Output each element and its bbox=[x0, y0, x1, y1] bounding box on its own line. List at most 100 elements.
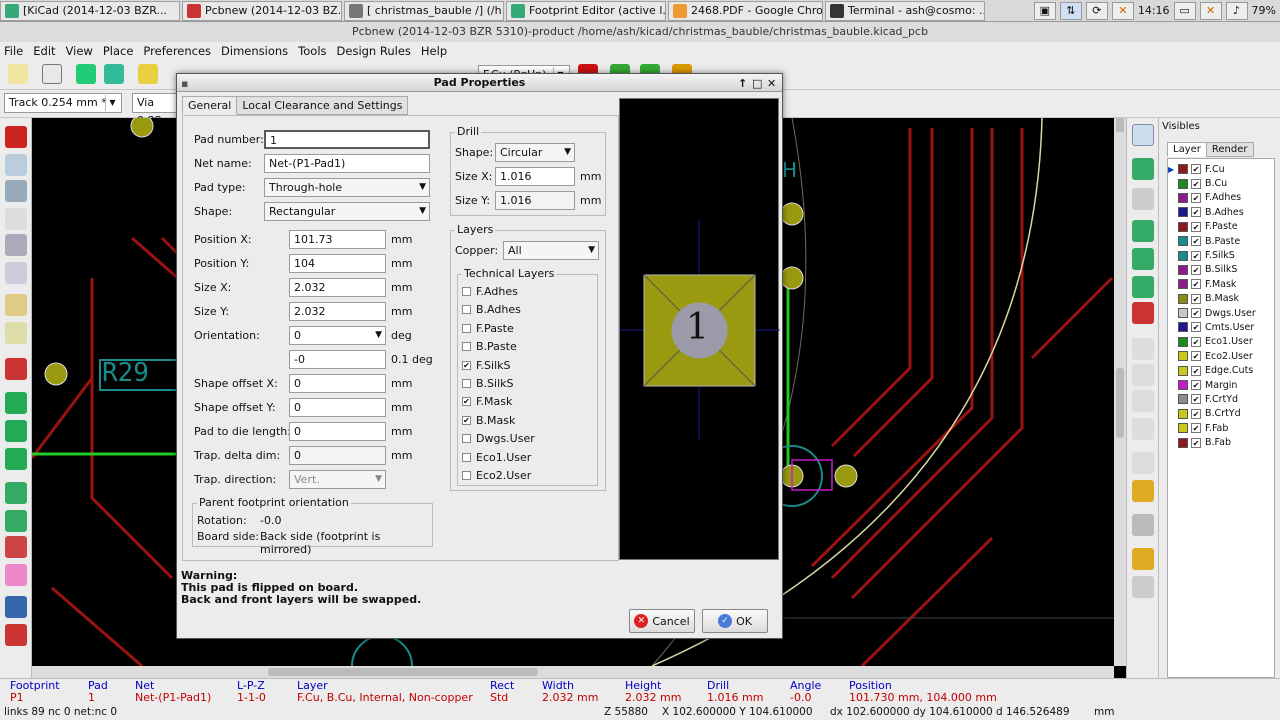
offset-x-input[interactable]: 0 bbox=[289, 374, 386, 393]
layer-color-swatch[interactable] bbox=[1178, 351, 1188, 362]
size-x-input[interactable]: 2.032 bbox=[289, 278, 386, 297]
tech-layer-checkbox[interactable] bbox=[462, 305, 471, 315]
pad-to-die-input[interactable]: 0 bbox=[289, 422, 386, 441]
tray-refresh-icon[interactable]: ⟳ bbox=[1085, 1, 1108, 20]
pad-type-select[interactable]: Through-hole ▼ bbox=[264, 178, 430, 197]
open-board-icon[interactable] bbox=[42, 64, 62, 84]
tech-layer-checkbox[interactable] bbox=[462, 287, 471, 296]
tech-layer-checkbox-row[interactable]: B.Adhes bbox=[462, 303, 521, 316]
delete-icon[interactable] bbox=[1132, 514, 1154, 536]
offset-y-input[interactable]: 0 bbox=[289, 398, 386, 417]
tray-display-icon[interactable]: ▭ bbox=[1173, 1, 1196, 20]
page-settings-icon[interactable] bbox=[104, 64, 124, 84]
layer-color-swatch[interactable] bbox=[1178, 221, 1188, 232]
layer-visibility-checkbox[interactable]: ✔ bbox=[1191, 221, 1201, 232]
tech-layer-checkbox[interactable] bbox=[462, 434, 471, 444]
highlight-net-icon[interactable] bbox=[1132, 158, 1154, 180]
layer-row[interactable]: ✔ Margin bbox=[1168, 378, 1274, 392]
layer-visibility-checkbox[interactable]: ✔ bbox=[1191, 264, 1201, 275]
dialog-menu-icon[interactable]: ▪ bbox=[181, 75, 188, 93]
tech-layer-checkbox[interactable]: ✔ bbox=[462, 360, 471, 370]
layer-color-swatch[interactable] bbox=[1178, 192, 1188, 203]
layer-row[interactable]: ✔ B.Paste bbox=[1168, 234, 1274, 248]
shape-select[interactable]: Rectangular ▼ bbox=[264, 202, 430, 221]
cursor-shape-icon[interactable] bbox=[5, 262, 27, 284]
ok-button[interactable]: ✓ OK bbox=[702, 609, 768, 633]
taskbar-task[interactable]: Pcbnew (2014-12-03 BZ... bbox=[182, 0, 342, 21]
maximize-icon[interactable]: □ bbox=[752, 75, 762, 93]
via-sketch-icon[interactable] bbox=[5, 510, 27, 532]
layer-visibility-checkbox[interactable]: ✔ bbox=[1191, 279, 1201, 290]
layer-row[interactable]: ✔ F.Paste bbox=[1168, 220, 1274, 234]
tech-layer-checkbox[interactable] bbox=[462, 342, 471, 352]
auto-delete-track-icon[interactable] bbox=[5, 358, 27, 380]
tech-layer-checkbox-row[interactable]: F.Adhes bbox=[462, 285, 518, 298]
layer-row[interactable]: ▶ ✔ F.Cu bbox=[1168, 162, 1274, 176]
layer-color-swatch[interactable] bbox=[1178, 164, 1188, 175]
layer-visibility-checkbox[interactable]: ✔ bbox=[1191, 380, 1201, 391]
tab-local-clearance[interactable]: Local Clearance and Settings bbox=[236, 96, 409, 115]
tech-layer-checkbox-row[interactable]: B.Paste bbox=[462, 340, 517, 353]
menu-edit[interactable]: Edit bbox=[33, 44, 55, 58]
zone-sketch-icon[interactable] bbox=[5, 448, 27, 470]
layer-row[interactable]: ✔ F.Fab bbox=[1168, 421, 1274, 435]
layer-color-swatch[interactable] bbox=[1178, 365, 1188, 376]
local-ratsnest-icon[interactable] bbox=[1132, 188, 1154, 210]
layer-row[interactable]: ✔ F.SilkS bbox=[1168, 248, 1274, 262]
add-target-icon[interactable] bbox=[1132, 480, 1154, 502]
track-width-select[interactable]: Track 0.254 mm * ▼ bbox=[4, 93, 122, 113]
layer-color-swatch[interactable] bbox=[1178, 178, 1188, 189]
layer-row[interactable]: ✔ Eco2.User bbox=[1168, 349, 1274, 363]
layer-color-swatch[interactable] bbox=[1178, 279, 1188, 290]
tech-layer-checkbox-row[interactable]: Eco2.User bbox=[462, 469, 531, 482]
layer-row[interactable]: ✔ B.SilkS bbox=[1168, 263, 1274, 277]
layer-row[interactable]: ✔ B.CrtYd bbox=[1168, 407, 1274, 421]
layer-color-swatch[interactable] bbox=[1178, 380, 1188, 391]
layer-color-swatch[interactable] bbox=[1178, 322, 1188, 333]
layer-visibility-checkbox[interactable]: ✔ bbox=[1191, 308, 1201, 319]
size-y-input[interactable]: 2.032 bbox=[289, 302, 386, 321]
trap-delta-input[interactable]: 0 bbox=[289, 446, 386, 465]
add-module-icon[interactable] bbox=[1132, 220, 1154, 242]
tech-layer-checkbox[interactable] bbox=[462, 452, 471, 462]
layer-color-swatch[interactable] bbox=[1178, 264, 1188, 275]
position-y-input[interactable]: 104 bbox=[289, 254, 386, 273]
save-board-icon[interactable] bbox=[76, 64, 96, 84]
layers-manager-icon[interactable] bbox=[5, 624, 27, 646]
add-zone-icon[interactable] bbox=[1132, 276, 1154, 298]
layer-color-swatch[interactable] bbox=[1178, 408, 1188, 419]
layer-row[interactable]: ✔ B.Adhes bbox=[1168, 205, 1274, 219]
select-arrow-icon[interactable] bbox=[1132, 124, 1154, 146]
tech-layer-checkbox-row[interactable]: B.SilkS bbox=[462, 377, 514, 390]
taskbar-task[interactable]: [KiCad (2014-12-03 BZR... bbox=[0, 0, 180, 21]
menu-place[interactable]: Place bbox=[103, 44, 134, 58]
layer-row[interactable]: ✔ Cmts.User bbox=[1168, 320, 1274, 334]
net-name-input[interactable]: Net-(P1-Pad1) bbox=[264, 154, 430, 173]
layer-color-swatch[interactable] bbox=[1178, 293, 1188, 304]
position-x-input[interactable]: 101.73 bbox=[289, 230, 386, 249]
polar-coords-icon[interactable] bbox=[5, 180, 27, 202]
taskbar-task[interactable]: 2468.PDF - Google Chro... bbox=[668, 0, 823, 21]
drill-size-x-input[interactable]: 1.016 bbox=[495, 167, 575, 186]
layer-row[interactable]: ✔ B.Cu bbox=[1168, 176, 1274, 190]
tech-layer-checkbox[interactable] bbox=[462, 379, 471, 388]
layer-visibility-checkbox[interactable]: ✔ bbox=[1191, 192, 1201, 203]
maximize-up-icon[interactable]: ↑ bbox=[738, 75, 747, 93]
layer-visibility-checkbox[interactable]: ✔ bbox=[1191, 236, 1201, 247]
tech-layer-checkbox-row[interactable]: ✔ F.SilkS bbox=[462, 359, 511, 372]
layer-visibility-checkbox[interactable]: ✔ bbox=[1191, 250, 1201, 261]
drill-shape-select[interactable]: Circular ▼ bbox=[495, 143, 575, 162]
horizontal-scrollbar[interactable] bbox=[32, 666, 1114, 678]
keepout-icon[interactable] bbox=[1132, 302, 1154, 324]
visibles-tab-layer[interactable]: Layer bbox=[1167, 142, 1207, 157]
layer-visibility-checkbox[interactable]: ✔ bbox=[1191, 351, 1201, 362]
layer-visibility-checkbox[interactable]: ✔ bbox=[1191, 322, 1201, 333]
tech-layer-checkbox[interactable] bbox=[462, 471, 471, 480]
tech-layer-checkbox[interactable]: ✔ bbox=[462, 397, 471, 407]
layer-color-swatch[interactable] bbox=[1178, 207, 1188, 218]
trap-direction-select[interactable]: Vert. ▼ bbox=[289, 470, 386, 489]
close-icon[interactable]: ✕ bbox=[767, 75, 776, 93]
menu-dimensions[interactable]: Dimensions bbox=[221, 44, 288, 58]
layer-visibility-checkbox[interactable]: ✔ bbox=[1191, 164, 1201, 175]
clock[interactable]: 14:16 bbox=[1138, 4, 1170, 17]
